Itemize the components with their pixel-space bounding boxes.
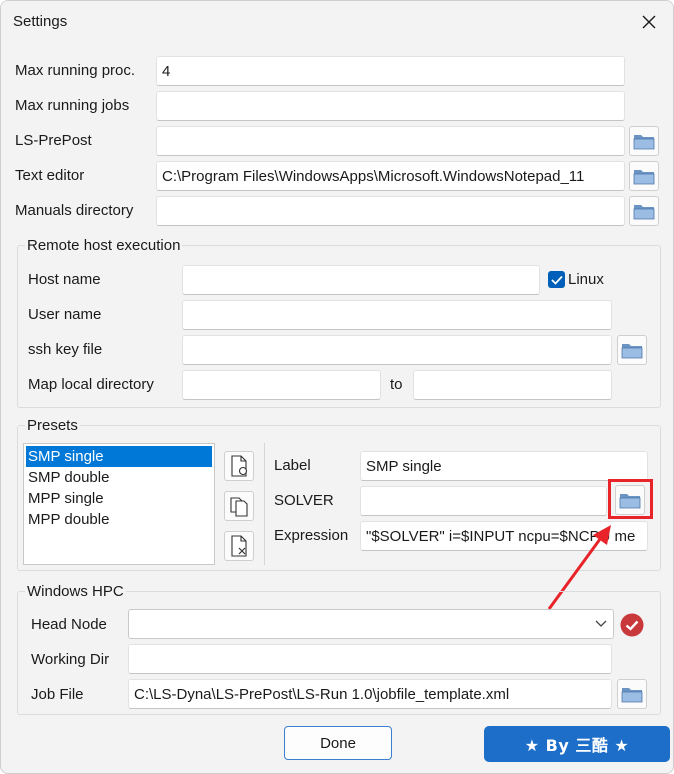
head-node-combobox[interactable] [128,609,614,639]
ssh-key-label: ssh key file [28,341,103,358]
close-button[interactable] [631,5,667,39]
settings-dialog: Settings Max running proc. Max running j… [0,0,674,774]
job-file-browse-button[interactable] [617,679,647,709]
expression-label: Expression [274,527,349,544]
linux-checkbox[interactable] [548,271,565,288]
ssh-key-input[interactable] [182,335,612,365]
copy-icon [230,497,248,517]
folder-icon [621,688,643,703]
presets-divider [264,443,265,565]
max-proc-input[interactable] [156,56,625,86]
solver-browse-highlight [608,479,653,519]
window-title: Settings [13,13,68,30]
hpc-group-title: Windows HPC [25,583,126,600]
chevron-down-icon [595,620,607,627]
job-file-input[interactable] [128,679,612,709]
manuals-browse-button[interactable] [629,196,659,226]
user-name-label: User name [28,306,102,323]
solver-input[interactable] [360,486,607,516]
text-editor-label: Text editor [15,167,85,184]
lsprepost-browse-button[interactable] [629,126,659,156]
remote-host-group-title: Remote host execution [25,237,183,254]
user-name-input[interactable] [182,300,612,330]
ssh-key-browse-button[interactable] [617,335,647,365]
folder-icon [633,170,655,185]
preset-item-mpp-double[interactable]: MPP double [24,509,214,530]
manuals-input[interactable] [156,196,625,226]
working-dir-input[interactable] [128,644,612,674]
preset-item-smp-double[interactable]: SMP double [24,467,214,488]
map-to-label: to [390,376,403,393]
new-document-icon [231,455,248,477]
author-badge: ★ By 三酷 ★ [484,726,670,762]
close-icon[interactable] [642,15,656,29]
delete-preset-button[interactable] [224,531,254,561]
text-editor-input[interactable] [156,161,625,191]
presets-group-title: Presets [25,417,80,434]
folder-icon [621,344,643,359]
host-name-label: Host name [28,271,101,288]
new-preset-button[interactable] [224,451,254,481]
map-remote-input[interactable] [413,370,612,400]
text-editor-browse-button[interactable] [629,161,659,191]
checkmark-icon [550,275,563,285]
working-dir-label: Working Dir [31,651,110,668]
host-name-input[interactable] [182,265,540,295]
status-check-icon [620,613,644,637]
map-local-label: Map local directory [28,376,154,393]
delete-document-icon [231,535,247,557]
preset-item-mpp-single[interactable]: MPP single [24,488,214,509]
copy-preset-button[interactable] [224,491,254,521]
presets-list[interactable]: SMP single SMP double MPP single MPP dou… [23,443,215,565]
linux-label: Linux [568,271,604,288]
folder-icon [633,205,655,220]
manuals-label: Manuals directory [15,202,134,219]
lsprepost-input[interactable] [156,126,625,156]
preset-label-input[interactable] [360,451,648,481]
max-jobs-input[interactable] [156,91,625,121]
solver-label: SOLVER [274,492,334,509]
done-button[interactable]: Done [284,726,392,760]
preset-item-smp-single[interactable]: SMP single [26,446,212,467]
head-node-label: Head Node [31,616,107,633]
folder-icon [633,135,655,150]
title-bar: Settings [1,1,673,43]
max-proc-label: Max running proc. [15,62,136,79]
preset-label-label: Label [274,457,311,474]
max-jobs-label: Max running jobs [15,97,130,114]
map-local-input[interactable] [182,370,381,400]
job-file-label: Job File [31,686,84,703]
lsprepost-label: LS-PrePost [15,132,92,149]
